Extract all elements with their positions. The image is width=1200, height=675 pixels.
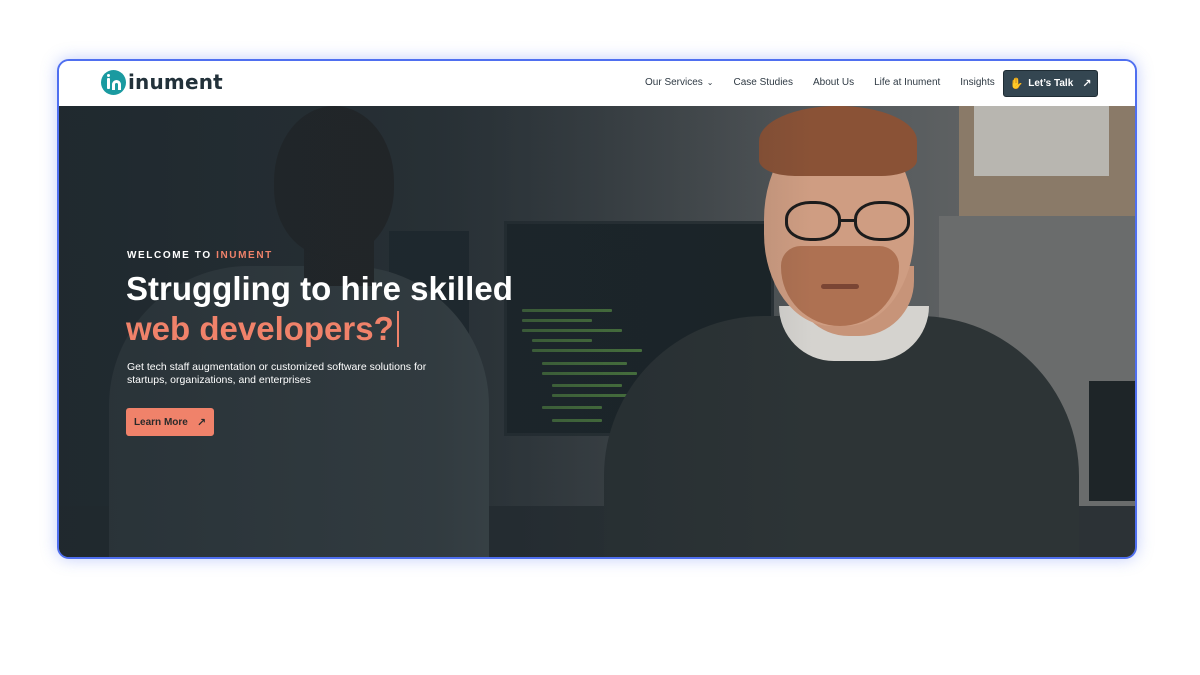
learn-more-button[interactable]: Learn More ↗ [126, 408, 214, 436]
learn-more-label: Learn More [133, 416, 188, 428]
lets-talk-label: Let’s Talk [1028, 78, 1074, 89]
nav-item-label: Case Studies [733, 77, 793, 88]
logo-text: inument [128, 70, 223, 94]
nav-item-our-services[interactable]: Our Services ⌄ [645, 77, 714, 88]
nav-item-case-studies[interactable]: Case Studies [734, 77, 793, 88]
hero-section: WELCOME TO INUMENT Struggling to hire sk… [59, 106, 1135, 557]
eyebrow-brand: INUMENT [216, 250, 273, 261]
nav-item-label: Life at Inument [874, 77, 941, 88]
nav-item-label: Our Services [645, 77, 703, 88]
waving-hand-icon: ✋ [1009, 78, 1024, 90]
site-header: inument Our Services ⌄ Case Studies Abou… [59, 61, 1135, 106]
hero-headline-line2: web developers? [126, 309, 399, 349]
headline-accent-text: web developers? [126, 310, 394, 347]
hero-eyebrow: WELCOME TO INUMENT [127, 250, 273, 261]
nav-item-about-us[interactable]: About Us [813, 77, 854, 88]
eyebrow-prefix: WELCOME TO [127, 250, 217, 261]
nav-item-label: Insights [960, 77, 995, 88]
browser-frame: inument Our Services ⌄ Case Studies Abou… [57, 59, 1137, 559]
chevron-down-icon: ⌄ [706, 78, 714, 87]
hero-subtitle: Get tech staff augmentation or customize… [127, 361, 427, 386]
arrow-up-right-icon: ↗ [196, 416, 207, 429]
arrow-up-right-icon: ↗ [1082, 78, 1092, 90]
nav-item-label: About Us [812, 77, 855, 88]
nav-item-insights[interactable]: Insights [960, 77, 994, 88]
lets-talk-button[interactable]: ✋ Let’s Talk ↗ [1003, 70, 1098, 97]
typing-caret [396, 311, 399, 347]
main-nav: Our Services ⌄ Case Studies About Us Lif… [645, 77, 1015, 88]
nav-item-life-at-inument[interactable]: Life at Inument [874, 77, 940, 88]
logo-mark-icon [101, 70, 126, 95]
hero-headline-line1: Struggling to hire skilled [126, 270, 513, 307]
logo[interactable]: inument [101, 70, 223, 95]
